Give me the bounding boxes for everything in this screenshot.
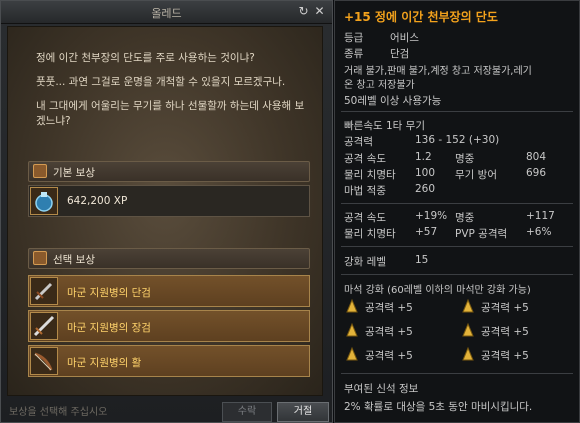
base-reward-header: 기본 보상: [28, 161, 310, 182]
dialog-line: 정에 이간 천부장의 단도를 주로 사용하는 것이냐?: [36, 52, 255, 64]
sword-icon: [30, 312, 58, 340]
stat-label: 명중: [455, 153, 475, 165]
manastone-icon: [344, 322, 360, 338]
choice-item-bow[interactable]: 마군 지원병의 활: [28, 345, 310, 377]
choice-item-label: 마군 지원병의 장검: [67, 322, 151, 334]
grade-label: 등급: [344, 32, 364, 44]
stat-label: 공격력: [344, 136, 373, 148]
choice-reward-header: 선택 보상: [28, 248, 310, 269]
level-requirement: 50레벨 이상 사용가능: [344, 95, 442, 107]
dialog-line: 풋풋... 과연 그걸로 운명을 개척할 수 있을지 모르겠구나.: [36, 76, 286, 88]
manastone-stat: 공격력 +5: [365, 302, 413, 314]
divider: [341, 373, 573, 374]
manastone-icon: [460, 298, 476, 314]
type-value: 단검: [390, 48, 410, 60]
dialog-parchment: 정에 이간 천부장의 단도를 주로 사용하는 것이냐? 풋풋... 과연 그걸로…: [7, 26, 323, 396]
choice-item-label: 마군 지원병의 활: [67, 357, 142, 369]
dialog-line: 내 그대에게 어울리는 무기를 하나 선물할까 하는데 사용해 보: [36, 100, 305, 112]
bonus-label: PVP 공격력: [455, 228, 508, 240]
close-icon[interactable]: ✕: [312, 4, 327, 19]
manastone-stat: 공격력 +5: [365, 350, 413, 362]
choice-item-dagger[interactable]: 마군 지원병의 단검: [28, 275, 310, 307]
decline-button[interactable]: 거절: [277, 402, 329, 422]
restriction-text: 온 창고 저장불가: [344, 80, 415, 91]
quest-titlebar[interactable]: 올레드 ↻ ✕: [1, 1, 332, 24]
stat-label: 마법 적중: [344, 185, 386, 197]
divider: [341, 246, 573, 247]
dagger-icon: [30, 277, 58, 305]
stat-value: 100: [415, 167, 436, 179]
bonus-value: +6%: [526, 226, 552, 238]
base-reward-title: 기본 보상: [53, 167, 95, 179]
bonus-label: 물리 치명타: [344, 228, 396, 240]
divider: [341, 203, 573, 204]
dialog-line: 겠느냐?: [36, 115, 71, 127]
manastone-stat: 공격력 +5: [481, 350, 529, 362]
stat-value: 136 - 152 (+30): [415, 134, 500, 146]
footer-hint: 보상을 선택해 주십시오: [9, 407, 108, 418]
enchant-label: 강화 레벨: [344, 256, 386, 268]
godstone-description: 2% 확률로 대상을 5초 동안 마비시킵니다.: [344, 401, 533, 413]
bonus-value: +57: [415, 226, 438, 238]
potion-icon: [30, 187, 58, 215]
restriction-text: 거래 불가,판매 불가,계정 창고 저장불가,레기: [344, 66, 532, 77]
manastone-stat: 공격력 +5: [365, 326, 413, 338]
manastone-stat: 공격력 +5: [481, 326, 529, 338]
stat-value: 696: [526, 167, 547, 179]
divider: [341, 111, 573, 112]
stat-label: 무기 방어: [455, 169, 497, 181]
stat-value: 260: [415, 183, 436, 195]
stat-label: 공격 속도: [344, 153, 386, 165]
attack-type: 빠른속도 1타 무기: [344, 120, 425, 132]
godstone-title: 부여된 신석 정보: [344, 383, 419, 395]
item-name: +15 정에 이간 천부장의 단도: [344, 10, 498, 24]
xp-reward: 642,200 XP: [28, 185, 310, 217]
grade-value: 어비스: [390, 32, 419, 44]
manastone-stat: 공격력 +5: [481, 302, 529, 314]
bonus-label: 명중: [455, 212, 475, 224]
manastone-icon: [460, 346, 476, 362]
refresh-icon[interactable]: ↻: [296, 4, 311, 19]
manastone-icon: [460, 322, 476, 338]
manastone-icon: [344, 298, 360, 314]
quest-dialog-window: 올레드 ↻ ✕ 정에 이간 천부장의 단도를 주로 사용하는 것이냐? 풋풋..…: [0, 0, 333, 423]
stat-value: 804: [526, 151, 547, 163]
xp-amount: 642,200 XP: [67, 195, 128, 207]
stat-value: 1.2: [415, 151, 432, 163]
manastone-icon: [344, 346, 360, 362]
choice-item-label: 마군 지원병의 단검: [67, 287, 151, 299]
choice-reward-title: 선택 보상: [53, 254, 95, 266]
bonus-label: 공격 속도: [344, 212, 386, 224]
enchant-value: 15: [415, 254, 429, 266]
chest-icon: [33, 251, 47, 265]
bonus-value: +19%: [415, 210, 448, 222]
bow-icon: [30, 347, 58, 375]
accept-button[interactable]: 수락: [222, 402, 272, 422]
bonus-value: +117: [526, 210, 555, 222]
stat-label: 물리 치명타: [344, 169, 396, 181]
divider: [341, 274, 573, 275]
type-label: 종류: [344, 48, 364, 60]
window-title: 올레드: [151, 7, 182, 20]
chest-icon: [33, 164, 47, 178]
item-tooltip: +15 정에 이간 천부장의 단도 등급 어비스 종류 단검 거래 불가,판매 …: [334, 0, 580, 423]
manastone-header: 마석 강화 (60레벨 이하의 마석만 강화 가능): [344, 285, 531, 296]
choice-item-sword[interactable]: 마군 지원병의 장검: [28, 310, 310, 342]
